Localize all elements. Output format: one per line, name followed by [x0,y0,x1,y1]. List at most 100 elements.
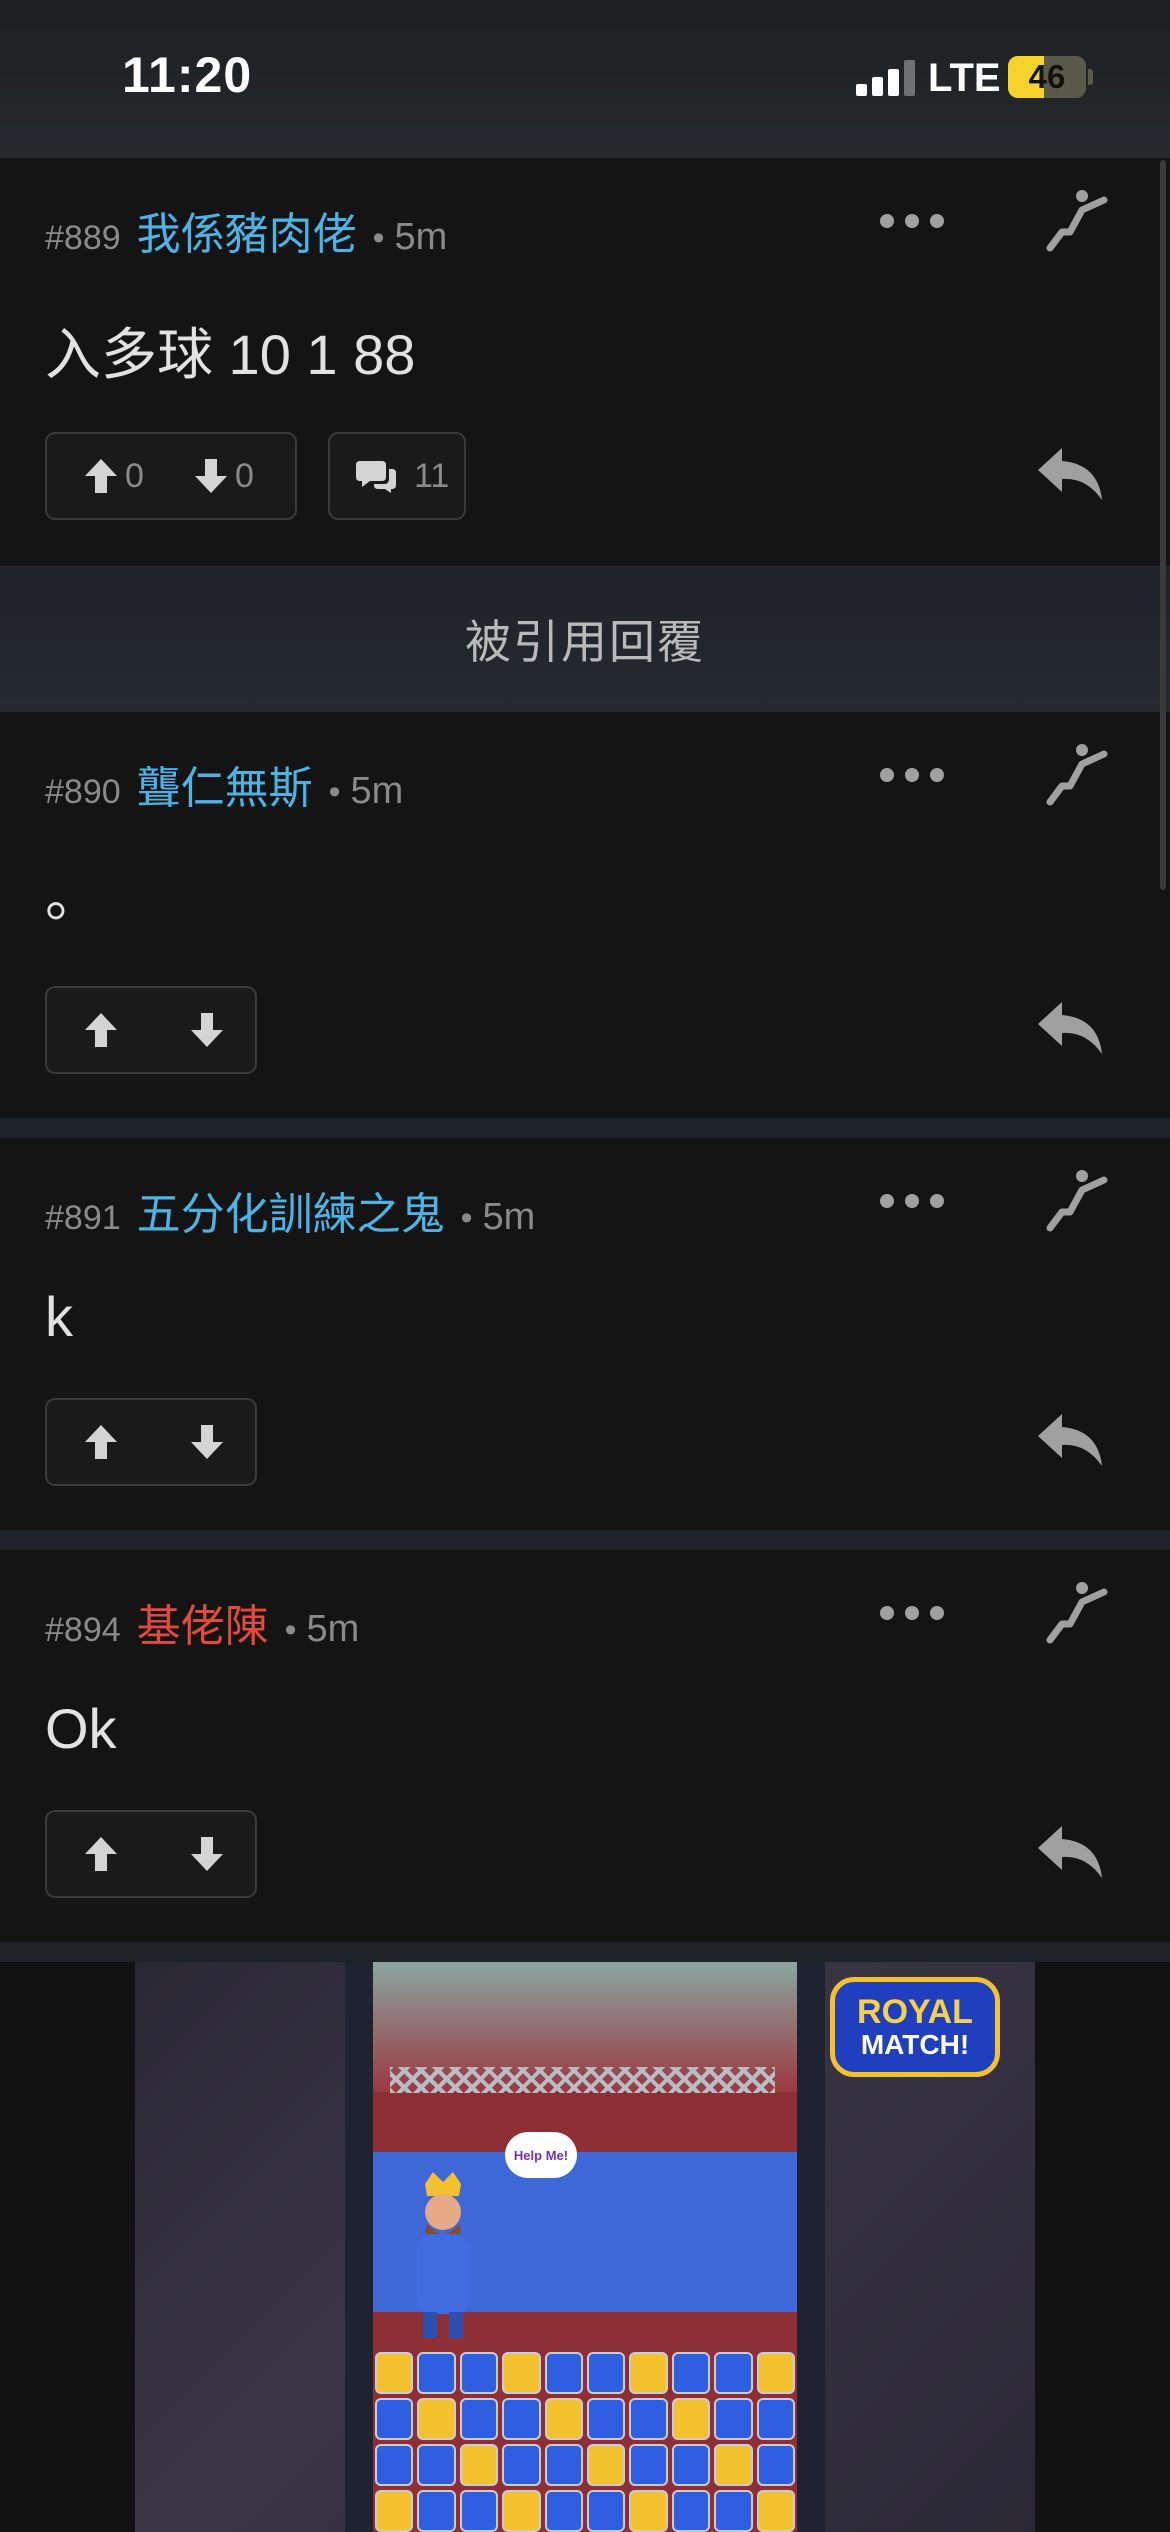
post-divider [0,1118,1170,1138]
post-890: #890 聾仁無斯 • 5m 。 [0,712,1170,1118]
ad-tile [671,2352,711,2394]
vote-box [45,1810,257,1898]
post-number: #891 [45,1199,121,1237]
ad-tile-grid [375,2352,795,2532]
ad-frame-left [345,1962,373,2532]
arrow-down-icon [191,1013,223,1047]
post-author[interactable]: 基佬陳 [137,1590,269,1654]
more-dots-icon[interactable] [880,1598,944,1628]
network-type: LTE [928,56,1001,100]
reply-arrow-icon[interactable] [1036,446,1104,502]
status-bar: 11:20 LTE 46 [0,0,1170,158]
jump-to-post-icon[interactable] [1040,742,1110,808]
post-header: #889 我係豬肉佬 • 5m [45,198,447,262]
ad-tile [714,2352,753,2394]
ad-tile [671,2444,711,2486]
reply-arrow-icon[interactable] [1036,1824,1104,1880]
ad-tile [587,2490,626,2532]
post-separator: • [372,219,385,257]
downvote-button[interactable]: 0 [175,434,254,518]
upvote-button[interactable]: 0 [47,434,175,518]
ad-tile [375,2444,414,2486]
upvote-button[interactable] [47,1400,153,1484]
post-891: #891 五分化訓練之鬼 • 5m k [0,1138,1170,1530]
ad-tile [544,2398,583,2440]
ad-tile [502,2444,541,2486]
vote-box [45,1398,257,1486]
downvote-count: 0 [235,456,254,495]
post-header: #891 五分化訓練之鬼 • 5m [45,1178,535,1242]
upvote-button[interactable] [47,988,153,1072]
post-author[interactable]: 聾仁無斯 [137,752,313,816]
post-content: 入多球 10 1 88 [45,323,416,386]
arrow-up-icon [85,1425,117,1459]
comment-button[interactable]: 11 [328,432,466,520]
ad-tile [671,2398,711,2440]
downvote-button[interactable] [153,988,223,1072]
more-dots-icon[interactable] [880,206,944,236]
ad-tile [375,2490,414,2532]
ad-tile [459,2444,499,2486]
arrow-down-icon [191,1837,223,1871]
quoted-replies-label: 被引用回覆 [465,616,705,668]
ad-tile [629,2398,668,2440]
post-number: #889 [45,219,121,257]
more-dots-icon[interactable] [880,1186,944,1216]
more-dots-icon[interactable] [880,760,944,790]
ad-logo-line1: ROYAL [857,1993,973,2031]
arrow-up-icon [85,1013,117,1047]
ad-tile [417,2398,456,2440]
jump-to-post-icon[interactable] [1040,1580,1110,1646]
downvote-button[interactable] [153,1812,223,1896]
ad-banner[interactable]: Help Me! ROYAL MATCH! [135,1962,1035,2532]
jump-to-post-icon[interactable] [1040,188,1110,254]
ad-tile [502,2490,541,2532]
post-889: #889 我係豬肉佬 • 5m 入多球 10 1 88 0 0 11 [0,158,1170,566]
ad-tile [587,2398,626,2440]
post-separator: • [460,1199,473,1237]
scrollbar[interactable] [1160,160,1166,890]
arrow-down-icon [195,459,227,493]
arrow-down-icon [191,1425,223,1459]
post-header: #894 基佬陳 • 5m [45,1590,359,1654]
jump-to-post-icon[interactable] [1040,1168,1110,1234]
ad-speech-bubble: Help Me! [505,2132,577,2178]
upvote-button[interactable] [47,1812,153,1896]
ad-tile [629,2490,668,2532]
comment-bubbles-icon [356,461,396,493]
ad-tile [714,2444,753,2486]
ad-tile [459,2352,499,2394]
cellular-signal-icon [856,60,916,96]
post-time: 5m [482,1196,536,1238]
post-number: #890 [45,773,121,811]
quoted-replies-button[interactable]: 被引用回覆 [0,566,1170,712]
ad-tile [756,2352,795,2394]
post-separator: • [284,1611,297,1649]
reply-arrow-icon[interactable] [1036,1412,1104,1468]
post-content: 。 [45,865,101,928]
post-author[interactable]: 我係豬肉佬 [137,198,357,262]
ad-tile [459,2490,499,2532]
ad-tile [714,2490,753,2532]
ad-tile [756,2490,795,2532]
ad-tile [544,2490,583,2532]
ad-tile [544,2444,583,2486]
king-character-icon [417,2172,469,2338]
ad-tile [544,2352,583,2394]
ad-game-net [390,2067,775,2093]
ad-tile [375,2352,414,2394]
ad-tile [375,2398,414,2440]
ad-tile [756,2398,795,2440]
ad-tile [629,2444,668,2486]
post-author[interactable]: 五分化訓練之鬼 [137,1178,445,1242]
post-894: #894 基佬陳 • 5m Ok [0,1550,1170,1942]
post-divider [0,1530,1170,1550]
arrow-up-icon [85,459,117,493]
ad-tile [417,2490,456,2532]
downvote-button[interactable] [153,1400,223,1484]
post-divider [0,1942,1170,1962]
ad-tile [417,2352,456,2394]
vote-box [45,986,257,1074]
comment-count: 11 [414,456,450,495]
reply-arrow-icon[interactable] [1036,1000,1104,1056]
